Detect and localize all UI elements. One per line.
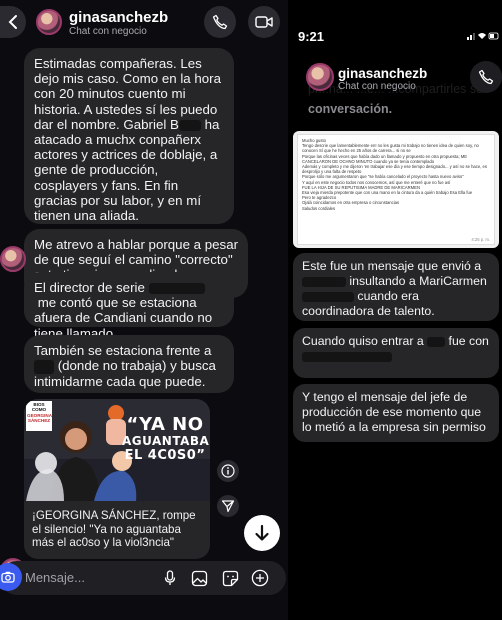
video-call-button[interactable] [248, 6, 280, 38]
sender-avatar [0, 246, 26, 272]
plus-icon [251, 569, 269, 587]
call-button[interactable] [470, 61, 502, 93]
screenshot-image[interactable]: Mucho gusto Tengo descrie que lamentable… [293, 131, 499, 248]
redacted-name [302, 351, 392, 362]
phone-icon [478, 69, 494, 85]
message-text: También se estaciona frente a [34, 343, 212, 358]
message-text: fue con [448, 334, 489, 348]
screenshot-line: Porque las oficinas veces que había dado… [302, 153, 468, 164]
share-post-button[interactable] [217, 495, 239, 517]
scroll-to-bottom-button[interactable] [244, 515, 280, 551]
chat-subtitle: Chat con negocio [69, 26, 147, 37]
badge-text: BIOS COMO [31, 402, 47, 413]
headline-text: EL 4C0S0” [124, 448, 206, 463]
message-text: Este fue un mensaje que envió a [302, 259, 482, 273]
screenshot-timestamp: 4:25 p. m. [471, 236, 490, 242]
info-icon [221, 464, 235, 478]
status-bar-time: 9:21 [298, 29, 325, 44]
avatar[interactable] [36, 9, 62, 35]
sticker-icon [222, 570, 238, 586]
back-button[interactable] [0, 6, 26, 38]
left-chat-pane: ginasanchezb Chat con negocio Estimadas … [0, 0, 288, 620]
post-headline: “YA NO AGUANTABA EL 4C0S0” [122, 414, 210, 464]
redacted-name [302, 291, 354, 302]
chat-header: ginasanchezb Chat con negocio [0, 0, 288, 46]
post-badge: BIOS COMO GEORGINA SÁNCHEZ [27, 402, 52, 424]
chat-username[interactable]: ginasanchezb [69, 9, 168, 26]
message-text: ha atacado a muchx conpañerx actores y a… [34, 116, 220, 224]
message-composer: Mensaje... [0, 561, 286, 595]
screenshot-line: Porque sólo me argumentaron que "se habí… [302, 174, 464, 180]
shared-post-caption[interactable]: ¡GEORGINA SÁNCHEZ, rompe el silencio! "Y… [24, 501, 210, 559]
back-icon [8, 15, 17, 29]
right-chat-pane: 9:21 pr...na... ...e... ...compartirles … [290, 0, 502, 620]
microphone-icon [164, 570, 176, 585]
message-text: Cuando quiso entrar a [302, 334, 424, 348]
redacted-name [148, 282, 205, 294]
message-text: me contó que se estaciona afuera de Cand… [34, 295, 213, 341]
message-input[interactable]: Mensaje... [25, 570, 85, 585]
message-bubble[interactable]: Y tengo el mensaje del jefe de producció… [293, 384, 499, 442]
redacted-name [302, 276, 346, 287]
redacted-place [427, 336, 446, 347]
redacted-name [178, 119, 201, 131]
message-bubble[interactable]: También se estaciona frente a (donde no … [24, 335, 234, 393]
gallery-button[interactable] [189, 568, 209, 588]
message-text: (donde no trabaja) y busca intimidarme c… [34, 358, 216, 389]
shared-post-image[interactable]: BIOS COMO GEORGINA SÁNCHEZ “YA NO AGUANT… [24, 399, 210, 501]
message-bubble[interactable]: Este fue un mensaje que envió a insultan… [293, 253, 499, 321]
message-bubble[interactable]: Estimadas compañeras. Les dejo mis caso.… [24, 48, 234, 224]
screenshot-line: Además y completo y me dijeron 'en traba… [302, 164, 487, 175]
headline-text: AGUANTABA [122, 434, 210, 448]
screenshot-line: Tengo descrie que lamentablemente en! no… [302, 143, 479, 154]
sticker-button[interactable] [220, 568, 240, 588]
faded-line: conversación. [308, 102, 393, 116]
voice-message-button[interactable] [160, 568, 180, 588]
post-info-button[interactable] [217, 460, 239, 482]
screenshot-line: Saludos cordiales [302, 205, 336, 211]
camera-icon [1, 571, 15, 583]
video-icon [255, 16, 273, 28]
screenshot-message: Mucho gusto Tengo descrie que lamentable… [297, 134, 495, 245]
headline-text: “YA NO [126, 414, 204, 435]
phone-icon [212, 14, 228, 30]
chat-subtitle: Chat con negocio [338, 81, 416, 92]
status-icons [467, 32, 499, 40]
share-icon [221, 500, 235, 513]
redacted-place [34, 359, 54, 374]
arrow-down-icon [255, 524, 269, 541]
message-text: Y tengo el mensaje del jefe de producció… [302, 390, 486, 434]
call-button[interactable] [204, 6, 236, 38]
avatar[interactable] [306, 63, 334, 91]
more-options-button[interactable] [250, 568, 270, 588]
message-bubble[interactable]: Cuando quiso entrar a fue con [293, 328, 499, 378]
badge-text: SÁNCHEZ [27, 418, 51, 424]
message-text: insultando a MariCarmen [349, 274, 487, 288]
message-bubble[interactable]: El director de serie me contó que se est… [24, 272, 234, 341]
gallery-icon [191, 570, 207, 586]
camera-button[interactable] [0, 563, 22, 591]
chat-username[interactable]: ginasanchezb [338, 66, 427, 81]
message-text: El director de serie [34, 280, 145, 295]
caption-text: ¡GEORGINA SÁNCHEZ, rompe el silencio! "Y… [32, 509, 196, 549]
